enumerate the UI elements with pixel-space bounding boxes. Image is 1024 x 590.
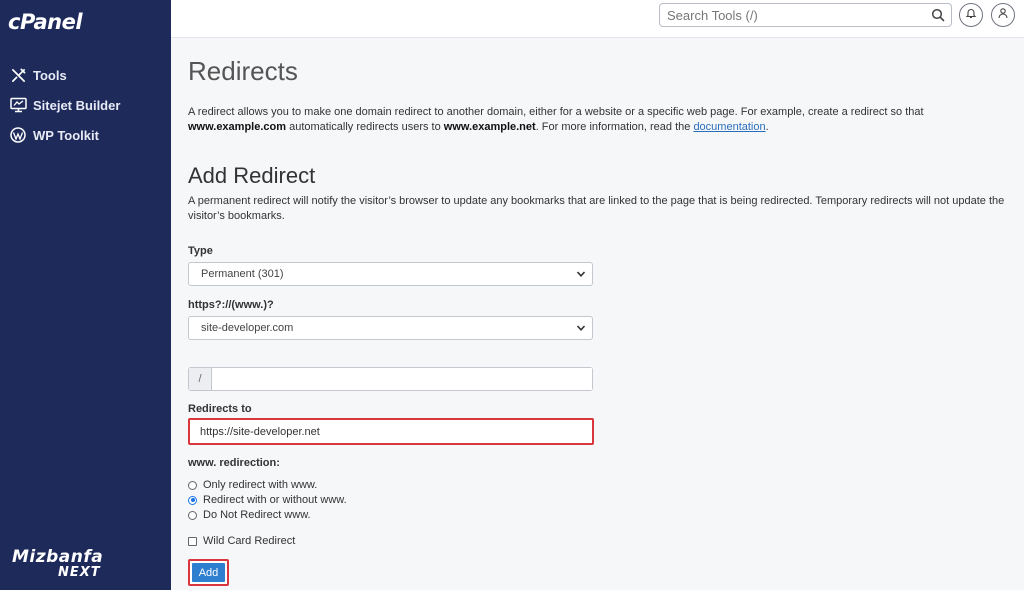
radio-label: Do Not Redirect www. (203, 509, 311, 521)
type-label: Type (188, 245, 213, 257)
brand-name: Mizbanfa (12, 547, 104, 567)
add-redirect-heading: Add Redirect (188, 163, 316, 188)
path-input[interactable] (212, 368, 592, 390)
add-redirect-description: A permanent redirect will notify the vis… (188, 195, 1005, 222)
chevron-down-icon (576, 269, 586, 282)
domain-label: https?://(www.)? (188, 299, 274, 311)
brand-suffix: NEXT (58, 565, 101, 580)
search-input[interactable] (660, 4, 910, 26)
redirects-to-field (188, 418, 594, 445)
add-button[interactable]: Add (188, 559, 229, 586)
wordpress-icon (9, 126, 27, 144)
type-select-value: Permanent (301) (201, 268, 284, 280)
radio-label: Only redirect with www. (203, 479, 318, 491)
wildcard-redirect-checkbox[interactable]: Wild Card Redirect (188, 535, 295, 547)
path-field: / (188, 367, 593, 391)
add-button-label: Add (192, 563, 225, 582)
sidebar-item-label: Sitejet Builder (33, 97, 121, 113)
redirects-to-label: Redirects to (188, 403, 252, 415)
radio-do-not-redirect-www[interactable]: Do Not Redirect www. (188, 509, 311, 521)
top-bar (171, 0, 1024, 38)
sidebar-item-wp-toolkit[interactable]: WP Toolkit (0, 120, 171, 150)
tools-icon (9, 66, 27, 84)
mizbanfa-watermark: Mizbanfa NEXT (12, 548, 122, 580)
radio-button[interactable] (188, 495, 197, 505)
intro-example-target: www.example.net (443, 121, 536, 133)
radio-with-or-without-www[interactable]: Redirect with or without www. (188, 494, 347, 506)
www-redirection-label: www. redirection: (188, 457, 280, 469)
redirects-to-input[interactable] (190, 420, 592, 443)
intro-text: . For more information, read the (535, 121, 691, 133)
sidebar-item-label: Tools (33, 67, 67, 83)
checkbox-label: Wild Card Redirect (203, 535, 296, 547)
sitejet-icon (9, 96, 27, 114)
sidebar-nav: Tools Sitejet Builder WP Toolkit (0, 60, 171, 150)
intro-example-domain: www.example.com (188, 121, 287, 133)
search-icon[interactable] (931, 8, 945, 27)
sidebar: cPanel Tools Sitejet Builder WP Toolkit … (0, 0, 171, 590)
intro-text: . (765, 121, 769, 133)
user-menu-button[interactable] (991, 3, 1015, 27)
page-title: Redirects (188, 56, 298, 86)
bell-icon (965, 6, 977, 24)
page-intro: A redirect allows you to make one domain… (188, 105, 998, 135)
checkbox[interactable] (188, 536, 197, 546)
domain-select[interactable]: site-developer.com (188, 316, 593, 340)
path-prefix: / (189, 368, 212, 390)
documentation-link[interactable]: documentation (693, 121, 765, 133)
radio-button[interactable] (188, 480, 197, 490)
radio-only-with-www[interactable]: Only redirect with www. (188, 479, 317, 491)
domain-select-value: site-developer.com (201, 322, 294, 334)
sidebar-item-sitejet-builder[interactable]: Sitejet Builder (0, 90, 171, 120)
intro-text: automatically redirects users to (289, 121, 441, 133)
sidebar-item-label: WP Toolkit (33, 127, 99, 143)
search-box (659, 3, 952, 27)
type-select[interactable]: Permanent (301) (188, 262, 593, 286)
cpanel-logo[interactable]: cPanel (8, 10, 83, 34)
chevron-down-icon (576, 323, 586, 336)
intro-text: A redirect allows you to make one domain… (188, 106, 924, 118)
radio-label: Redirect with or without www. (203, 494, 347, 506)
radio-button[interactable] (188, 510, 197, 520)
sidebar-item-tools[interactable]: Tools (0, 60, 171, 90)
user-icon (997, 6, 1009, 24)
notifications-button[interactable] (959, 3, 983, 27)
